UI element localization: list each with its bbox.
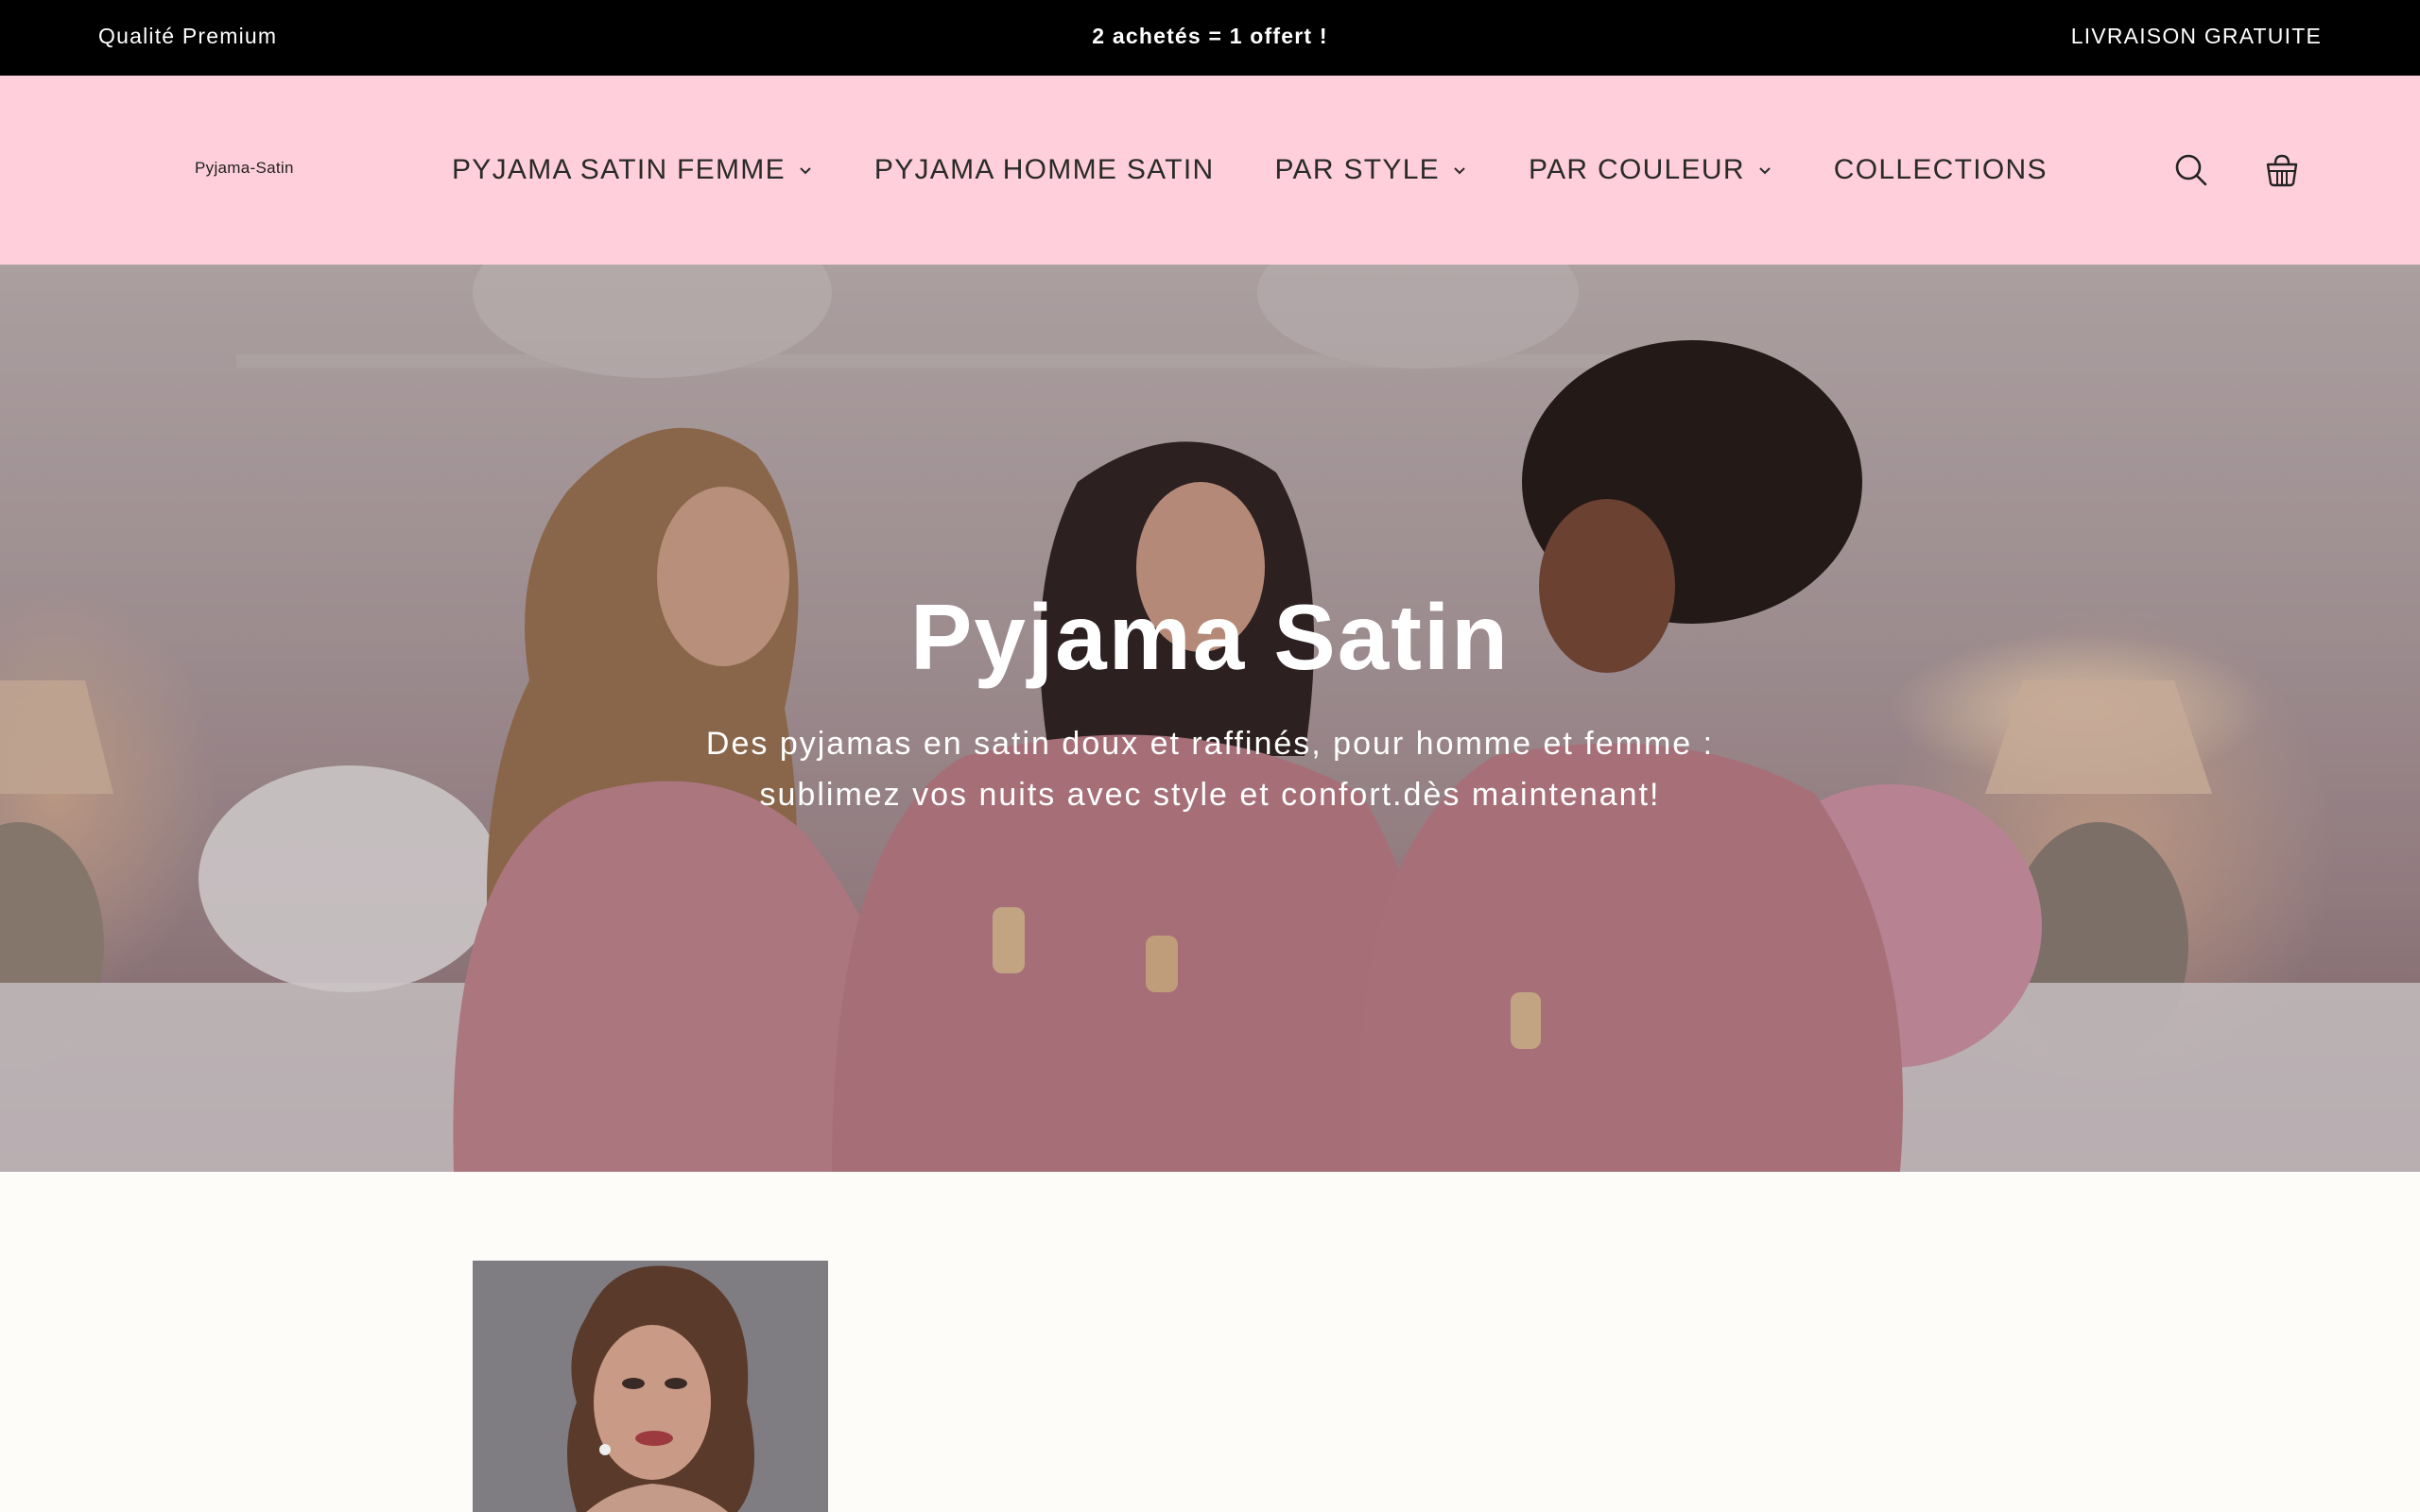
hero-subtitle: Des pyjamas en satin doux et raffinés, p…	[705, 726, 1715, 813]
announcement-right: LIVRAISON GRATUITE	[2070, 24, 2322, 48]
nav-item-par-style[interactable]: PAR STYLE	[1274, 154, 1468, 186]
chevron-down-icon	[1756, 162, 1773, 179]
hero-title: Pyjama Satin	[909, 585, 1511, 689]
chevron-down-icon	[797, 162, 814, 179]
site-logo[interactable]: Pyjama-Satin	[195, 159, 294, 178]
nav-item-collections[interactable]: COLLECTIONS	[1834, 154, 2048, 186]
hero-banner: Pyjama Satin Des pyjamas en satin doux e…	[0, 265, 2420, 1172]
nav-item-label: PYJAMA HOMME SATIN	[873, 154, 1215, 185]
chevron-down-icon	[1451, 162, 1468, 179]
cart-icon[interactable]	[2261, 149, 2303, 191]
nav-item-label: PAR STYLE	[1274, 154, 1440, 185]
nav-item-label: PAR COULEUR	[1529, 154, 1745, 185]
product-image	[473, 1261, 828, 1512]
nav-item-pyjama-homme-satin[interactable]: PYJAMA HOMME SATIN	[874, 154, 1215, 186]
search-icon[interactable]	[2170, 149, 2212, 191]
main-nav: PYJAMA SATIN FEMME PYJAMA HOMME SATIN PA…	[452, 76, 2048, 265]
nav-item-par-couleur[interactable]: PAR COULEUR	[1529, 154, 1773, 186]
product-card[interactable]	[473, 1261, 828, 1512]
nav-item-label: PYJAMA SATIN FEMME	[452, 154, 786, 185]
announcement-bar: Qualité Premium 2 achetés = 1 offert ! L…	[0, 0, 2420, 76]
announcement-center: 2 achetés = 1 offert !	[1092, 24, 1328, 48]
nav-item-label: COLLECTIONS	[1833, 154, 2048, 185]
site-header: Pyjama-Satin PYJAMA SATIN FEMME PYJAMA H…	[0, 76, 2420, 265]
nav-item-pyjama-satin-femme[interactable]: PYJAMA SATIN FEMME	[452, 154, 814, 186]
